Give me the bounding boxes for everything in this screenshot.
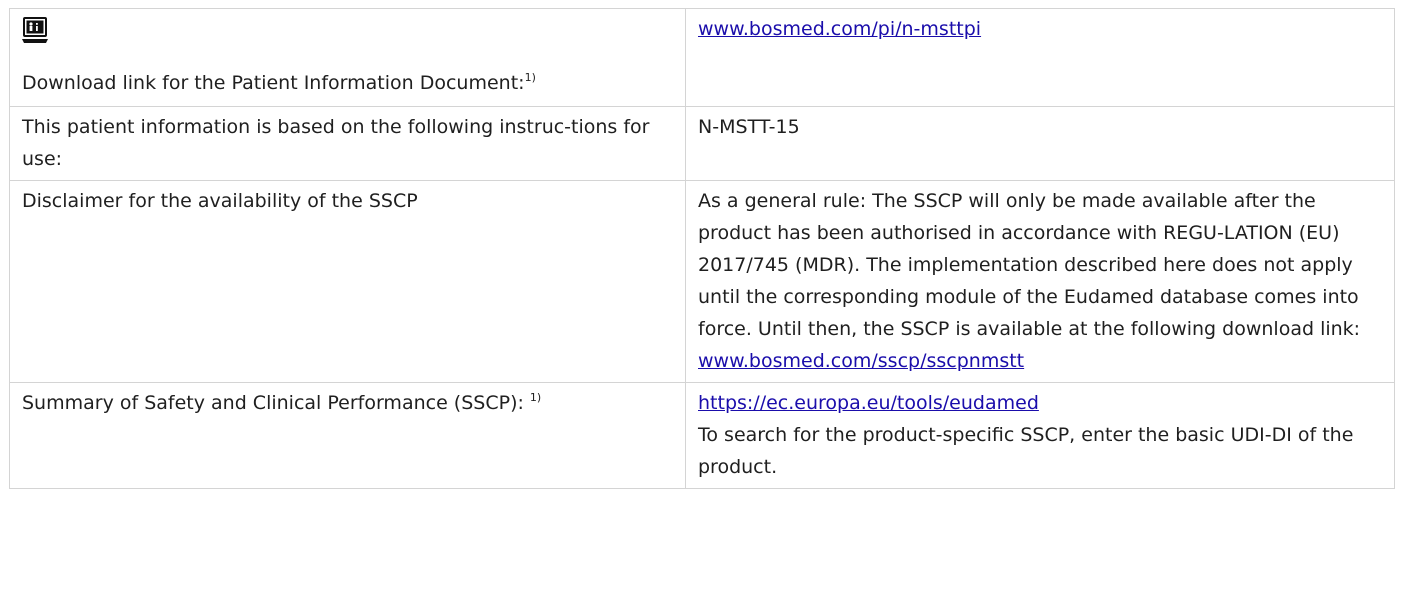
- table-row: Download link for the Patient Informatio…: [9, 8, 1395, 107]
- table-row: Summary of Safety and Clinical Performan…: [9, 382, 1395, 489]
- sscp-search-hint: To search for the product-specific SSCP,…: [698, 424, 1354, 478]
- patient-info-table: Download link for the Patient Informatio…: [9, 8, 1395, 489]
- laptop-patient-info-icon: [22, 15, 673, 53]
- footnote-ref: 1): [524, 71, 536, 84]
- sscp-summary-label: Summary of Safety and Clinical Performan…: [22, 392, 530, 414]
- row-value-cell: www.bosmed.com/pi/n-msttpi: [685, 8, 1395, 107]
- footnote-ref: 1): [529, 391, 542, 404]
- sscp-download-link[interactable]: www.bosmed.com/sscp/sscpnmstt: [698, 350, 1024, 372]
- ifu-basis-label: This patient information is based on the…: [22, 116, 650, 170]
- row-value-cell: N-MSTT-15: [685, 106, 1395, 181]
- sscp-disclaimer-text: As a general rule: The SSCP will only be…: [698, 190, 1361, 340]
- ifu-reference-value: N-MSTT-15: [698, 116, 800, 138]
- table-row: Disclaimer for the availability of the S…: [9, 180, 1395, 383]
- row-label-cell: Summary of Safety and Clinical Performan…: [9, 382, 686, 489]
- table-row: This patient information is based on the…: [9, 106, 1395, 181]
- row-label-cell: Disclaimer for the availability of the S…: [9, 180, 686, 383]
- row-value-cell: https://ec.europa.eu/tools/eudamed To se…: [685, 382, 1395, 489]
- pi-download-label: Download link for the Patient Informatio…: [22, 72, 525, 94]
- row-label-cell: Download link for the Patient Informatio…: [9, 8, 686, 107]
- row-value-cell: As a general rule: The SSCP will only be…: [685, 180, 1395, 383]
- pi-download-link[interactable]: www.bosmed.com/pi/n-msttpi: [698, 18, 981, 40]
- eudamed-link[interactable]: https://ec.europa.eu/tools/eudamed: [698, 392, 1039, 414]
- row-label-cell: This patient information is based on the…: [9, 106, 686, 181]
- sscp-disclaimer-label: Disclaimer for the availability of the S…: [22, 190, 418, 212]
